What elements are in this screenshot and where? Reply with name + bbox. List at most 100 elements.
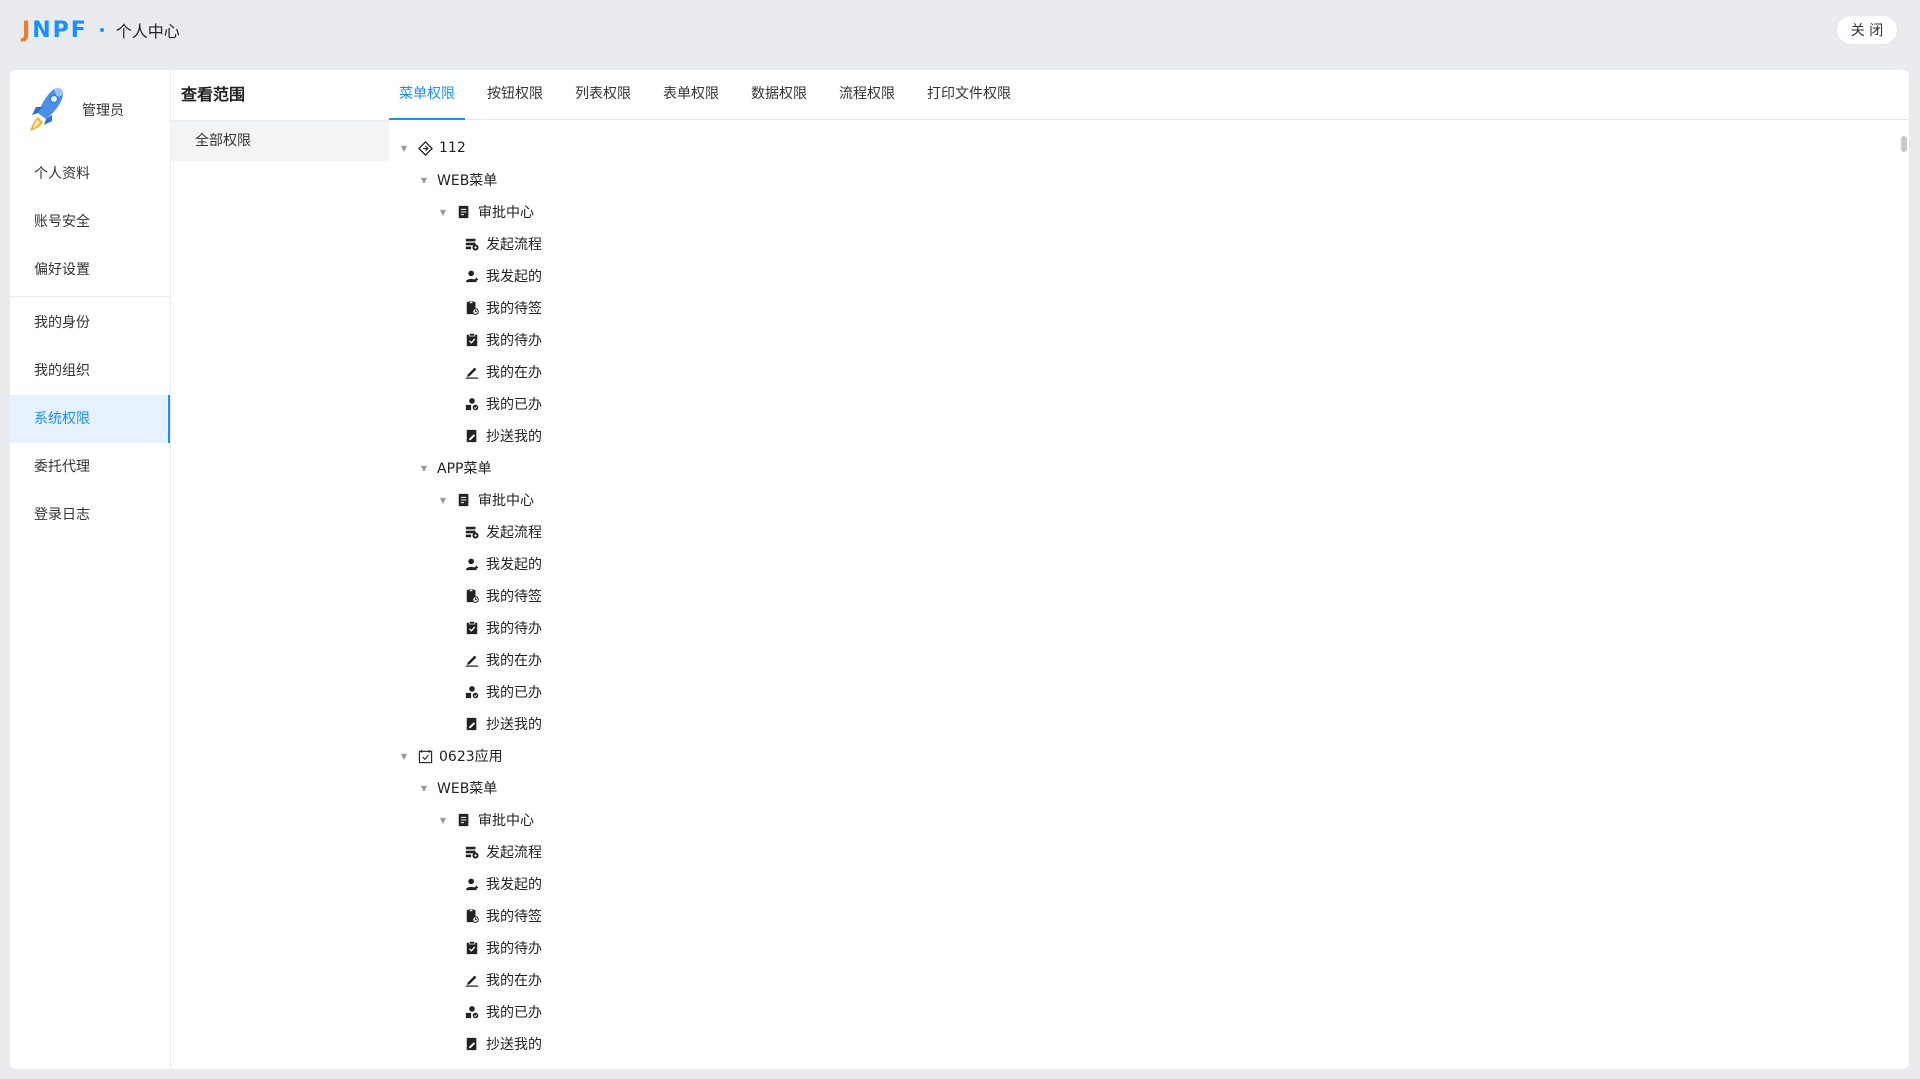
tree-node[interactable]: ▼抄送我的 <box>389 708 1909 740</box>
tree-node-label: 我的在办 <box>486 365 542 381</box>
page-title: 个人中心 <box>115 22 180 41</box>
document-icon <box>456 492 472 508</box>
tree-node-label: 我的待签 <box>486 589 542 605</box>
tree-node[interactable]: ▼我的已办 <box>389 676 1909 708</box>
tree-node-label: 我的在办 <box>486 973 542 989</box>
tab-flow-permissions[interactable]: 流程权限 <box>839 70 895 119</box>
tree-node[interactable]: ▼抄送我的 <box>389 1028 1909 1060</box>
launch-flow-icon <box>464 524 480 540</box>
menu-item-organization[interactable]: 我的组织 <box>10 347 170 395</box>
tree-node-label: 112 <box>439 140 466 156</box>
tree-node-label: 我的待办 <box>486 941 542 957</box>
calendar-check-icon <box>417 748 433 764</box>
edit-doc-icon <box>464 1036 480 1052</box>
tree-node[interactable]: ▼我发起的 <box>389 260 1909 292</box>
tree-node-label: 我的待办 <box>486 333 542 349</box>
app-logo[interactable]: J NPF <box>22 18 88 43</box>
tree-node-label: 审批中心 <box>478 493 534 509</box>
tree-node[interactable]: ▼我的待签 <box>389 292 1909 324</box>
tree-node-label: 0623应用 <box>439 749 503 765</box>
tree-node[interactable]: ▼我的已办 <box>389 996 1909 1028</box>
user-icon <box>464 876 480 892</box>
tab-menu-permissions[interactable]: 菜单权限 <box>389 70 465 120</box>
launch-flow-icon <box>464 844 480 860</box>
document-icon <box>456 812 472 828</box>
tree-node-label: 我的待签 <box>486 301 542 317</box>
edit-doc-icon <box>464 428 480 444</box>
tree-node[interactable]: ▼我发起的 <box>389 868 1909 900</box>
tree-node[interactable]: ▼我的待办 <box>389 324 1909 356</box>
tree-expand-caret-icon[interactable]: ▼ <box>399 751 409 761</box>
tree-node-label: 审批中心 <box>478 813 534 829</box>
tree-node-label: 发起流程 <box>486 845 542 861</box>
tree-node[interactable]: ▼抄送我的 <box>389 420 1909 452</box>
tree-node[interactable]: ▼我的在办 <box>389 356 1909 388</box>
menu-item-account-security[interactable]: 账号安全 <box>10 198 170 246</box>
user-profile[interactable]: 管理员 <box>10 70 170 150</box>
header-separator-dot <box>99 28 104 32</box>
tree-node[interactable]: ▼ 审批中心 <box>389 196 1909 228</box>
menu-item-delegation[interactable]: 委托代理 <box>10 443 170 491</box>
tree-node[interactable]: ▼发起流程 <box>389 516 1909 548</box>
sign-icon <box>464 908 480 924</box>
tree-node-label: 我的待签 <box>486 909 542 925</box>
tree-expand-caret-icon[interactable]: ▼ <box>438 207 448 217</box>
tree-expand-caret-icon[interactable]: ▼ <box>438 495 448 505</box>
user-icon <box>464 556 480 572</box>
tab-data-permissions[interactable]: 数据权限 <box>751 70 807 119</box>
clipboard-check-icon <box>464 620 480 636</box>
tree-expand-caret-icon[interactable]: ▼ <box>419 175 429 185</box>
tree-node[interactable]: ▼ 112 <box>389 132 1909 164</box>
tree-node-label: 我发起的 <box>486 557 542 573</box>
tree-node[interactable]: ▼我的待签 <box>389 900 1909 932</box>
shapes-icon <box>464 1004 480 1020</box>
tab-list-permissions[interactable]: 列表权限 <box>575 70 631 119</box>
tree-expand-caret-icon[interactable]: ▼ <box>419 463 429 473</box>
tree-node[interactable]: ▼我发起的 <box>389 548 1909 580</box>
tree-node[interactable]: ▼ 审批中心 <box>389 804 1909 836</box>
tree-node[interactable]: ▼我的待办 <box>389 932 1909 964</box>
pencil-icon <box>464 652 480 668</box>
menu-item-login-log[interactable]: 登录日志 <box>10 491 170 539</box>
tree-node[interactable]: ▼我的在办 <box>389 964 1909 996</box>
top-header: J NPF 个人中心 关 闭 <box>0 0 1920 60</box>
tree-node-label: 抄送我的 <box>486 717 542 733</box>
scrollbar-thumb[interactable] <box>1901 136 1907 152</box>
scope-panel: 查看范围 全部权限 <box>170 70 390 1069</box>
tree-node[interactable]: ▼ APP菜单 <box>389 452 1909 484</box>
clipboard-check-icon <box>464 332 480 348</box>
tree-node[interactable]: ▼我的待办 <box>389 612 1909 644</box>
tree-node[interactable]: ▼我的待签 <box>389 580 1909 612</box>
tree-node-label: 抄送我的 <box>486 429 542 445</box>
tree-node[interactable]: ▼发起流程 <box>389 836 1909 868</box>
tree-node[interactable]: ▼ WEB菜单 <box>389 772 1909 804</box>
tree-node[interactable]: ▼我的已办 <box>389 388 1909 420</box>
menu-item-identity[interactable]: 我的身份 <box>10 299 170 347</box>
menu-item-system-permissions[interactable]: 系统权限 <box>10 395 170 443</box>
pencil-icon <box>464 972 480 988</box>
tree-expand-caret-icon[interactable]: ▼ <box>419 783 429 793</box>
tab-print-permissions[interactable]: 打印文件权限 <box>927 70 1011 119</box>
tree-node[interactable]: ▼ 0623应用 <box>389 740 1909 772</box>
menu-item-preferences[interactable]: 偏好设置 <box>10 246 170 294</box>
tree-node[interactable]: ▼发起流程 <box>389 228 1909 260</box>
tree-node[interactable]: ▼我的在办 <box>389 644 1909 676</box>
tree-node[interactable]: ▼ WEB菜单 <box>389 164 1909 196</box>
tree-node-label: 抄送我的 <box>486 1037 542 1053</box>
logo-letters: NPF <box>32 17 88 43</box>
tree-expand-caret-icon[interactable]: ▼ <box>438 815 448 825</box>
user-name: 管理员 <box>82 103 124 119</box>
sign-icon <box>464 588 480 604</box>
tab-button-permissions[interactable]: 按钮权限 <box>487 70 543 119</box>
tree-node-label: 发起流程 <box>486 237 542 253</box>
scope-item-all[interactable]: 全部权限 <box>171 121 389 161</box>
shapes-icon <box>464 684 480 700</box>
clipboard-check-icon <box>464 940 480 956</box>
tree-expand-caret-icon[interactable]: ▼ <box>399 143 409 153</box>
tab-form-permissions[interactable]: 表单权限 <box>663 70 719 119</box>
pencil-icon <box>464 364 480 380</box>
tree-node-label: 我的在办 <box>486 653 542 669</box>
close-button[interactable]: 关 闭 <box>1836 15 1898 45</box>
tree-node[interactable]: ▼ 审批中心 <box>389 484 1909 516</box>
menu-item-profile[interactable]: 个人资料 <box>10 150 170 198</box>
